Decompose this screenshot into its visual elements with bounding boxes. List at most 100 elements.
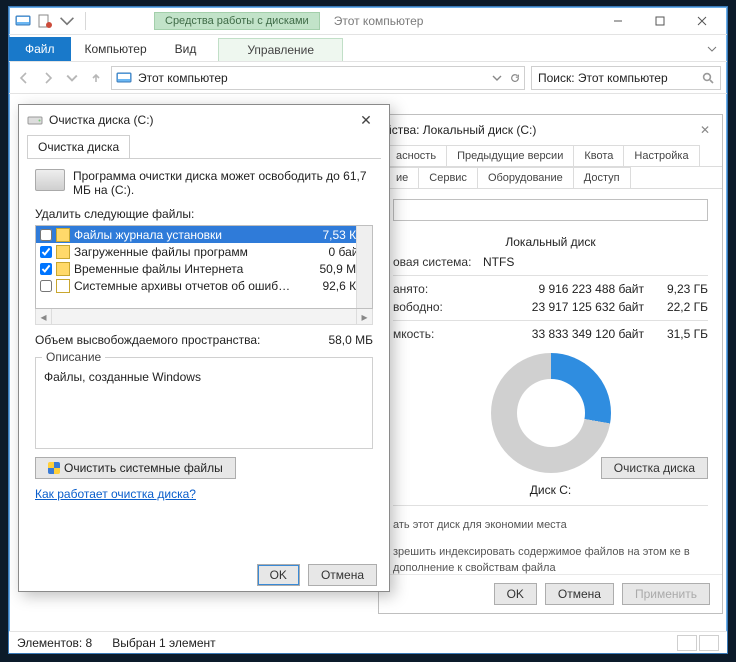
cleanup-title: Очистка диска (C:) — [49, 113, 154, 127]
status-item-count: Элементов: 8 — [17, 636, 92, 650]
refresh-icon[interactable] — [510, 73, 520, 83]
compress-checkbox-label[interactable]: ать этот диск для экономии места — [393, 518, 708, 533]
properties-close-icon[interactable]: ✕ — [694, 121, 716, 139]
cleanup-close-icon[interactable]: ✕ — [351, 112, 381, 129]
capacity-label: мкость: — [393, 327, 483, 341]
delete-files-label: Удалить следующие файлы: — [35, 207, 373, 221]
cleanup-icon — [27, 112, 43, 128]
capacity-gb: 31,5 ГБ — [652, 327, 708, 341]
nav-up-icon[interactable] — [87, 69, 105, 87]
address-bar[interactable]: Этот компьютер — [111, 66, 525, 90]
tab-quota[interactable]: Квота — [573, 145, 624, 166]
description-group: Описание Файлы, созданные Windows — [35, 357, 373, 449]
properties-cancel-button[interactable]: Отмена — [545, 583, 614, 605]
gain-value: 58,0 МБ — [328, 333, 373, 347]
properties-tabs-row1: асность Предыдущие версии Квота Настройк… — [379, 145, 722, 167]
horizontal-scrollbar[interactable]: ◂▸ — [35, 309, 373, 325]
disk-label: Диск C: — [393, 483, 708, 497]
search-icon — [702, 72, 714, 84]
checkbox[interactable] — [40, 263, 52, 275]
file-name: Загруженные файлы программ — [74, 245, 308, 259]
view-icons-button[interactable] — [699, 635, 719, 651]
nav-back-icon[interactable] — [15, 69, 33, 87]
tab-security[interactable]: асность — [385, 145, 447, 166]
properties-tabs-row2: ие Сервис Оборудование Доступ — [379, 167, 722, 189]
capacity-bytes: 33 833 349 120 байт — [483, 327, 652, 341]
volume-name-input[interactable] — [393, 199, 708, 221]
clean-system-files-button[interactable]: Очистить системные файлы — [35, 457, 236, 479]
properties-title: йства: Локальный диск (C:) — [385, 123, 536, 137]
index-checkbox-label[interactable]: зрешить индексировать содержимое файлов … — [393, 545, 708, 576]
file-name: Временные файлы Интернета — [74, 262, 308, 276]
contextual-tab-label: Средства работы с дисками — [154, 12, 320, 30]
list-item: Системные архивы отчетов об ошиб…92,6 КБ — [36, 277, 372, 294]
nav-recent-icon[interactable] — [63, 69, 81, 87]
ribbon-tab-computer[interactable]: Компьютер — [71, 37, 161, 61]
properties-apply-button[interactable]: Применить — [622, 583, 710, 605]
search-box[interactable]: Поиск: Этот компьютер — [531, 66, 721, 90]
gain-label: Объем высвобождаемого пространства: — [35, 333, 260, 347]
disk-cleanup-dialog: Очистка диска (C:) ✕ Очистка диска Прогр… — [18, 104, 390, 592]
used-label: анято: — [393, 282, 483, 296]
close-button[interactable] — [681, 8, 723, 34]
properties-dialog: йства: Локальный диск (C:) ✕ асность Пре… — [378, 114, 723, 614]
tab-hardware[interactable]: Оборудование — [477, 167, 574, 188]
address-text: Этот компьютер — [138, 71, 228, 85]
nav-forward-icon[interactable] — [39, 69, 57, 87]
tab-sharing[interactable]: Доступ — [573, 167, 631, 188]
usage-pie-chart — [491, 353, 611, 473]
ribbon-tab-manage[interactable]: Управление — [218, 38, 343, 61]
view-details-button[interactable] — [677, 635, 697, 651]
tab-customize[interactable]: Настройка — [623, 145, 699, 166]
fs-value: NTFS — [483, 255, 514, 269]
ribbon-tab-view[interactable]: Вид — [161, 37, 211, 61]
ribbon-expand-icon[interactable] — [697, 39, 727, 61]
file-icon — [56, 279, 70, 293]
titlebar: Средства работы с дисками Этот компьютер — [9, 7, 727, 35]
checkbox[interactable] — [40, 246, 52, 258]
folder-icon — [56, 245, 70, 259]
fs-label: овая система: — [393, 255, 483, 269]
description-body: Файлы, созданные Windows — [44, 370, 364, 440]
ribbon-tab-file[interactable]: Файл — [9, 37, 71, 61]
folder-icon — [56, 262, 70, 276]
minimize-button[interactable] — [597, 8, 639, 34]
file-name: Файлы журнала установки — [74, 228, 308, 242]
drive-icon — [35, 169, 65, 191]
free-bytes: 23 917 125 632 байт — [483, 300, 652, 314]
file-category-list[interactable]: Файлы журнала установки7,53 КБ Загруженн… — [35, 225, 373, 309]
address-dropdown-icon[interactable] — [492, 73, 502, 83]
free-label: вободно: — [393, 300, 483, 314]
status-bar: Элементов: 8 Выбран 1 элемент — [9, 631, 727, 653]
location-icon — [116, 70, 132, 86]
address-row: Этот компьютер Поиск: Этот компьютер — [9, 62, 727, 94]
tab-tools[interactable]: Сервис — [418, 167, 478, 188]
separator — [85, 12, 86, 30]
checkbox[interactable] — [40, 229, 52, 241]
how-it-works-link[interactable]: Как работает очистка диска? — [35, 487, 196, 501]
disk-cleanup-button[interactable]: Очистка диска — [601, 457, 708, 479]
list-item: Временные файлы Интернета50,9 МБ — [36, 260, 372, 277]
qat-dropdown-icon[interactable] — [59, 13, 75, 29]
properties-ok-button[interactable]: OK — [494, 583, 537, 605]
cleanup-ok-button[interactable]: OK — [257, 564, 300, 586]
tab-previous-versions[interactable]: Предыдущие версии — [446, 145, 574, 166]
volume-type-label: Локальный диск — [393, 235, 708, 249]
app-icon — [15, 13, 31, 29]
qat-properties-icon[interactable] — [37, 13, 53, 29]
cleanup-cancel-button[interactable]: Отмена — [308, 564, 377, 586]
checkbox[interactable] — [40, 280, 52, 292]
cleanup-tab[interactable]: Очистка диска — [27, 135, 130, 158]
window-title: Этот компьютер — [334, 14, 424, 28]
used-bytes: 9 916 223 488 байт — [483, 282, 652, 296]
shield-icon — [48, 462, 60, 474]
cleanup-titlebar: Очистка диска (C:) ✕ — [19, 105, 389, 135]
scrollbar[interactable] — [356, 226, 372, 308]
free-gb: 22,2 ГБ — [652, 300, 708, 314]
file-name: Системные архивы отчетов об ошиб… — [74, 279, 308, 293]
status-selected-count: Выбран 1 элемент — [112, 636, 215, 650]
maximize-button[interactable] — [639, 8, 681, 34]
tab-general[interactable]: ие — [385, 167, 419, 188]
list-item: Загруженные файлы программ0 байт — [36, 243, 372, 260]
folder-icon — [56, 228, 70, 242]
